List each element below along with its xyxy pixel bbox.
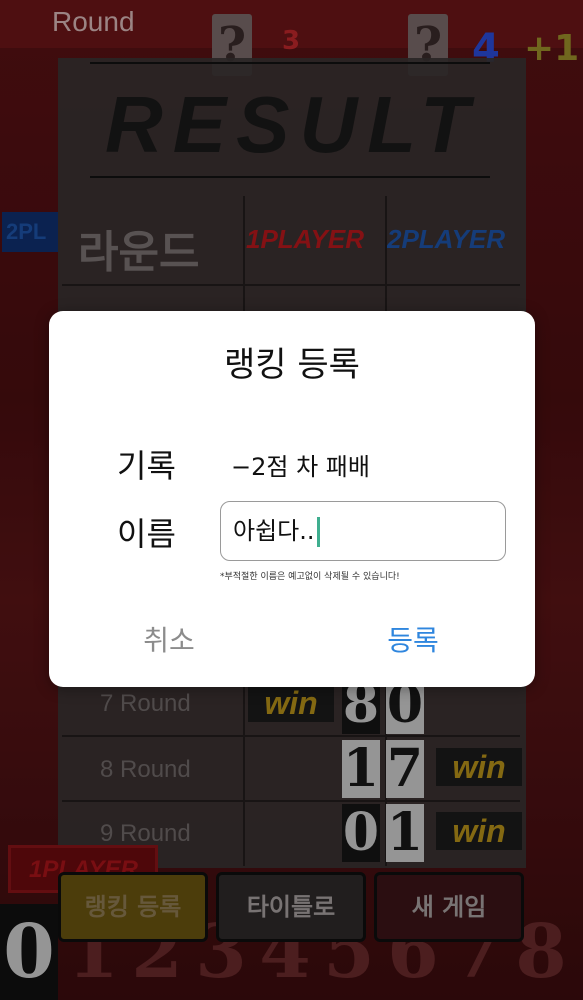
ranking-dialog: 랭킹 등록 기록 −2점 차 패배 이름 아쉽다.. *부적절한 이름은 예고없…: [49, 311, 535, 687]
cancel-button[interactable]: 취소: [119, 619, 219, 659]
text-caret: [316, 517, 320, 547]
name-policy-notice: *부적절한 이름은 예고없이 삭제될 수 있습니다!: [220, 572, 400, 582]
name-label: 이름: [117, 515, 176, 553]
register-button[interactable]: 등록: [363, 619, 463, 659]
record-label: 기록: [117, 447, 176, 485]
name-input-value: 아쉽다..: [233, 517, 315, 545]
name-input[interactable]: 아쉽다..: [220, 501, 506, 561]
dialog-title: 랭킹 등록: [224, 345, 360, 385]
record-value: −2점 차 패배: [231, 453, 370, 481]
